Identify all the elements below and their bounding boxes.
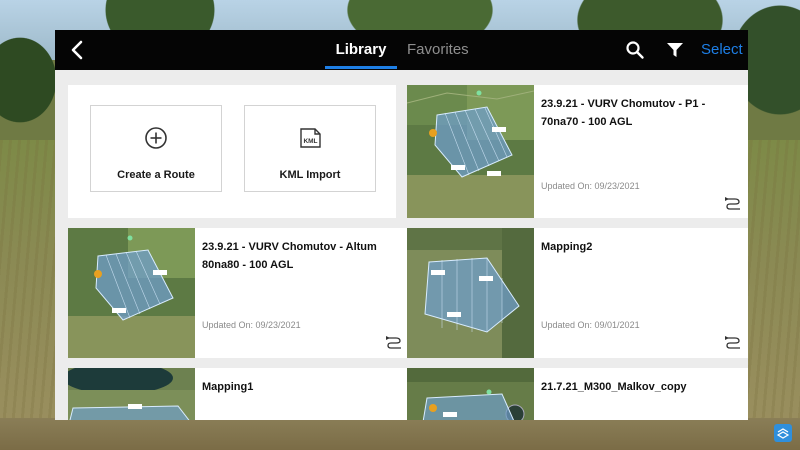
select-button[interactable]: Select (701, 30, 743, 70)
route-card[interactable]: 23.9.21 - VURV Chomutov - P1 - 70na70 - … (407, 85, 748, 218)
background-ground (0, 418, 800, 450)
filter-icon[interactable] (665, 40, 685, 60)
route-card[interactable]: Mapping2 Updated On: 09/01/2021 (407, 228, 748, 358)
route-map-thumbnail (407, 228, 534, 358)
create-route-button[interactable]: Create a Route (90, 105, 222, 192)
corner-map-button[interactable] (774, 424, 792, 442)
back-arrow-icon[interactable] (63, 36, 91, 64)
kml-import-button[interactable]: KML KML Import (244, 105, 376, 192)
mapping-route-icon (725, 336, 740, 349)
route-map-thumbnail (407, 368, 534, 420)
tab-favorites[interactable]: Favorites (407, 30, 469, 70)
mapping-route-icon (725, 197, 740, 210)
route-name: Mapping2 (541, 241, 593, 253)
route-updated-date: Updated On: 09/23/2021 (202, 320, 301, 330)
active-tab-indicator (325, 66, 397, 69)
map-layers-icon (776, 428, 790, 439)
kml-file-icon: KML (300, 128, 321, 148)
mapping-route-icon (386, 336, 401, 349)
route-card[interactable]: 23.9.21 - VURV Chomutov - Altum 80na80 -… (68, 228, 409, 358)
tab-library[interactable]: Library (325, 30, 397, 70)
top-bar: Library Favorites Select (55, 30, 748, 70)
tab-favorites-label: Favorites (407, 41, 469, 58)
route-card[interactable]: Mapping1 (68, 368, 409, 420)
route-name: 23.9.21 - VURV Chomutov - Altum 80na80 -… (202, 241, 377, 271)
route-card[interactable]: 21.7.21_M300_Malkov_copy (407, 368, 748, 420)
tab-library-label: Library (335, 41, 387, 58)
route-map-thumbnail (407, 85, 534, 218)
search-icon[interactable] (625, 40, 645, 60)
create-route-card: Create a Route KML KML Import (68, 85, 396, 218)
create-route-label: Create a Route (117, 169, 195, 181)
route-library-panel: Library Favorites Select Create a Route (55, 30, 748, 420)
kml-import-label: KML Import (279, 169, 341, 181)
route-name: 21.7.21_M300_Malkov_copy (541, 381, 687, 393)
route-updated-date: Updated On: 09/23/2021 (541, 181, 640, 191)
plus-circle-icon (145, 127, 167, 149)
route-updated-date: Updated On: 09/01/2021 (541, 320, 640, 330)
kml-icon-text: KML (303, 138, 317, 145)
route-map-thumbnail (68, 368, 195, 420)
route-name: Mapping1 (202, 381, 254, 393)
route-map-thumbnail (68, 228, 195, 358)
route-name: 23.9.21 - VURV Chomutov - P1 - 70na70 - … (541, 98, 706, 128)
